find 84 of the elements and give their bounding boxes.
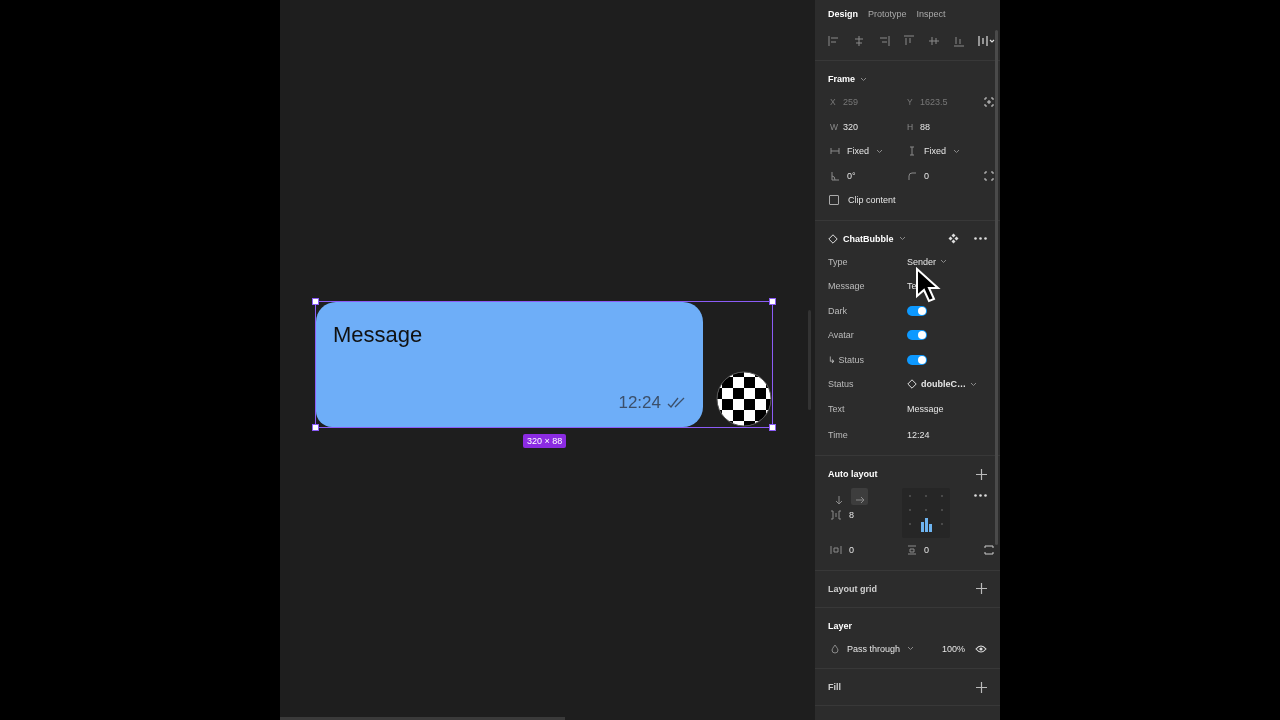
- chevron-icon[interactable]: [876, 148, 883, 154]
- resizing-icon[interactable]: [984, 545, 994, 556]
- chevron-icon[interactable]: [940, 259, 948, 265]
- resize-handle[interactable]: [312, 424, 319, 431]
- property-label: Dark: [828, 305, 848, 316]
- toggle-switch[interactable]: [907, 354, 927, 365]
- axis-label: X: [830, 97, 836, 108]
- chevron-icon[interactable]: [970, 381, 977, 387]
- field-value[interactable]: 0°: [847, 170, 856, 181]
- arrow-down-icon: [833, 494, 844, 505]
- toggle-switch[interactable]: [907, 330, 927, 341]
- resize-handle[interactable]: [769, 424, 776, 431]
- alignment-grid-icon[interactable]: [902, 488, 950, 538]
- width-icon: [830, 146, 840, 157]
- section-title: Auto layout: [828, 469, 878, 479]
- property-label: Time: [828, 429, 849, 440]
- property-label: Avatar: [828, 330, 855, 341]
- rotation-icon: [830, 170, 840, 181]
- align-middle-icon[interactable]: [928, 35, 940, 47]
- add-icon[interactable]: [976, 681, 987, 693]
- vertical-padding-icon: [907, 545, 917, 556]
- spacing-icon: [830, 510, 842, 520]
- focus-icon[interactable]: [984, 97, 994, 108]
- property-label: Type: [828, 256, 849, 267]
- opacity-value[interactable]: 100%: [941, 643, 965, 654]
- property-label: ↳ Status: [828, 354, 865, 365]
- component-icon: [828, 233, 838, 244]
- instance-icon[interactable]: [948, 233, 959, 244]
- chevron-icon[interactable]: [860, 76, 867, 82]
- section-title: Frame: [828, 74, 855, 84]
- section-title: ChatBubble: [843, 233, 894, 244]
- cursor-icon: [915, 266, 943, 303]
- arrow-right-icon: [854, 494, 865, 505]
- checkbox[interactable]: [829, 195, 839, 206]
- field-value[interactable]: Fixed: [847, 146, 869, 157]
- message-text: Message: [333, 322, 423, 348]
- field-label: W: [830, 121, 836, 132]
- property-value[interactable]: Message: [907, 403, 944, 414]
- add-icon[interactable]: [976, 583, 987, 594]
- field-value[interactable]: 320: [843, 121, 859, 132]
- property-label: Text: [828, 403, 846, 414]
- field-value[interactable]: 0: [924, 545, 929, 556]
- blend-dropdown[interactable]: Pass through: [847, 643, 901, 654]
- resize-handle[interactable]: [312, 298, 319, 305]
- horizontal-direction-button[interactable]: [851, 488, 868, 505]
- property-dropdown[interactable]: Sender: [907, 256, 948, 267]
- chevron-icon[interactable]: [907, 646, 915, 652]
- checkbox-label: Clip content: [848, 195, 896, 206]
- panel-tab[interactable]: Inspect: [916, 8, 946, 19]
- horizontal-padding-icon: [830, 545, 842, 556]
- property-value[interactable]: 12:24: [907, 429, 930, 440]
- corners-icon[interactable]: [984, 170, 994, 181]
- panel-tab[interactable]: Prototype: [868, 8, 907, 19]
- time-text: 12:24: [618, 393, 661, 413]
- blend-icon: [830, 643, 840, 654]
- field-value[interactable]: 88: [920, 121, 930, 132]
- field-label: H: [907, 121, 913, 132]
- panel-tab[interactable]: Design: [828, 8, 858, 19]
- corner-radius-icon: [907, 170, 917, 181]
- double-check-icon: [667, 397, 687, 409]
- component-icon: [907, 379, 917, 390]
- height-icon: [907, 146, 917, 157]
- chevron-icon[interactable]: [953, 148, 960, 154]
- more-icon[interactable]: [974, 494, 987, 497]
- more-icon[interactable]: [974, 237, 987, 240]
- add-icon[interactable]: [976, 468, 987, 480]
- axis-label: Y: [907, 97, 913, 108]
- section-title: Layer: [828, 620, 853, 631]
- distribute-icon[interactable]: [978, 35, 996, 47]
- field-value[interactable]: Fixed: [924, 146, 946, 157]
- eye-icon[interactable]: [975, 644, 987, 653]
- section-title: Layout grid: [828, 583, 877, 594]
- instance-dropdown[interactable]: doubleC…: [907, 379, 977, 390]
- align-center-icon[interactable]: [853, 35, 865, 47]
- size-badge: 320 × 88: [523, 434, 567, 448]
- field-value[interactable]: 8: [849, 510, 854, 520]
- section-title: Fill: [828, 682, 841, 692]
- property-label: Message: [828, 281, 866, 292]
- toggle-switch[interactable]: [907, 305, 927, 316]
- property-label: Status: [828, 379, 855, 390]
- field-value[interactable]: 0: [849, 545, 854, 556]
- chevron-icon[interactable]: [898, 236, 906, 241]
- field-value[interactable]: 0: [924, 170, 929, 181]
- resize-handle[interactable]: [769, 298, 776, 305]
